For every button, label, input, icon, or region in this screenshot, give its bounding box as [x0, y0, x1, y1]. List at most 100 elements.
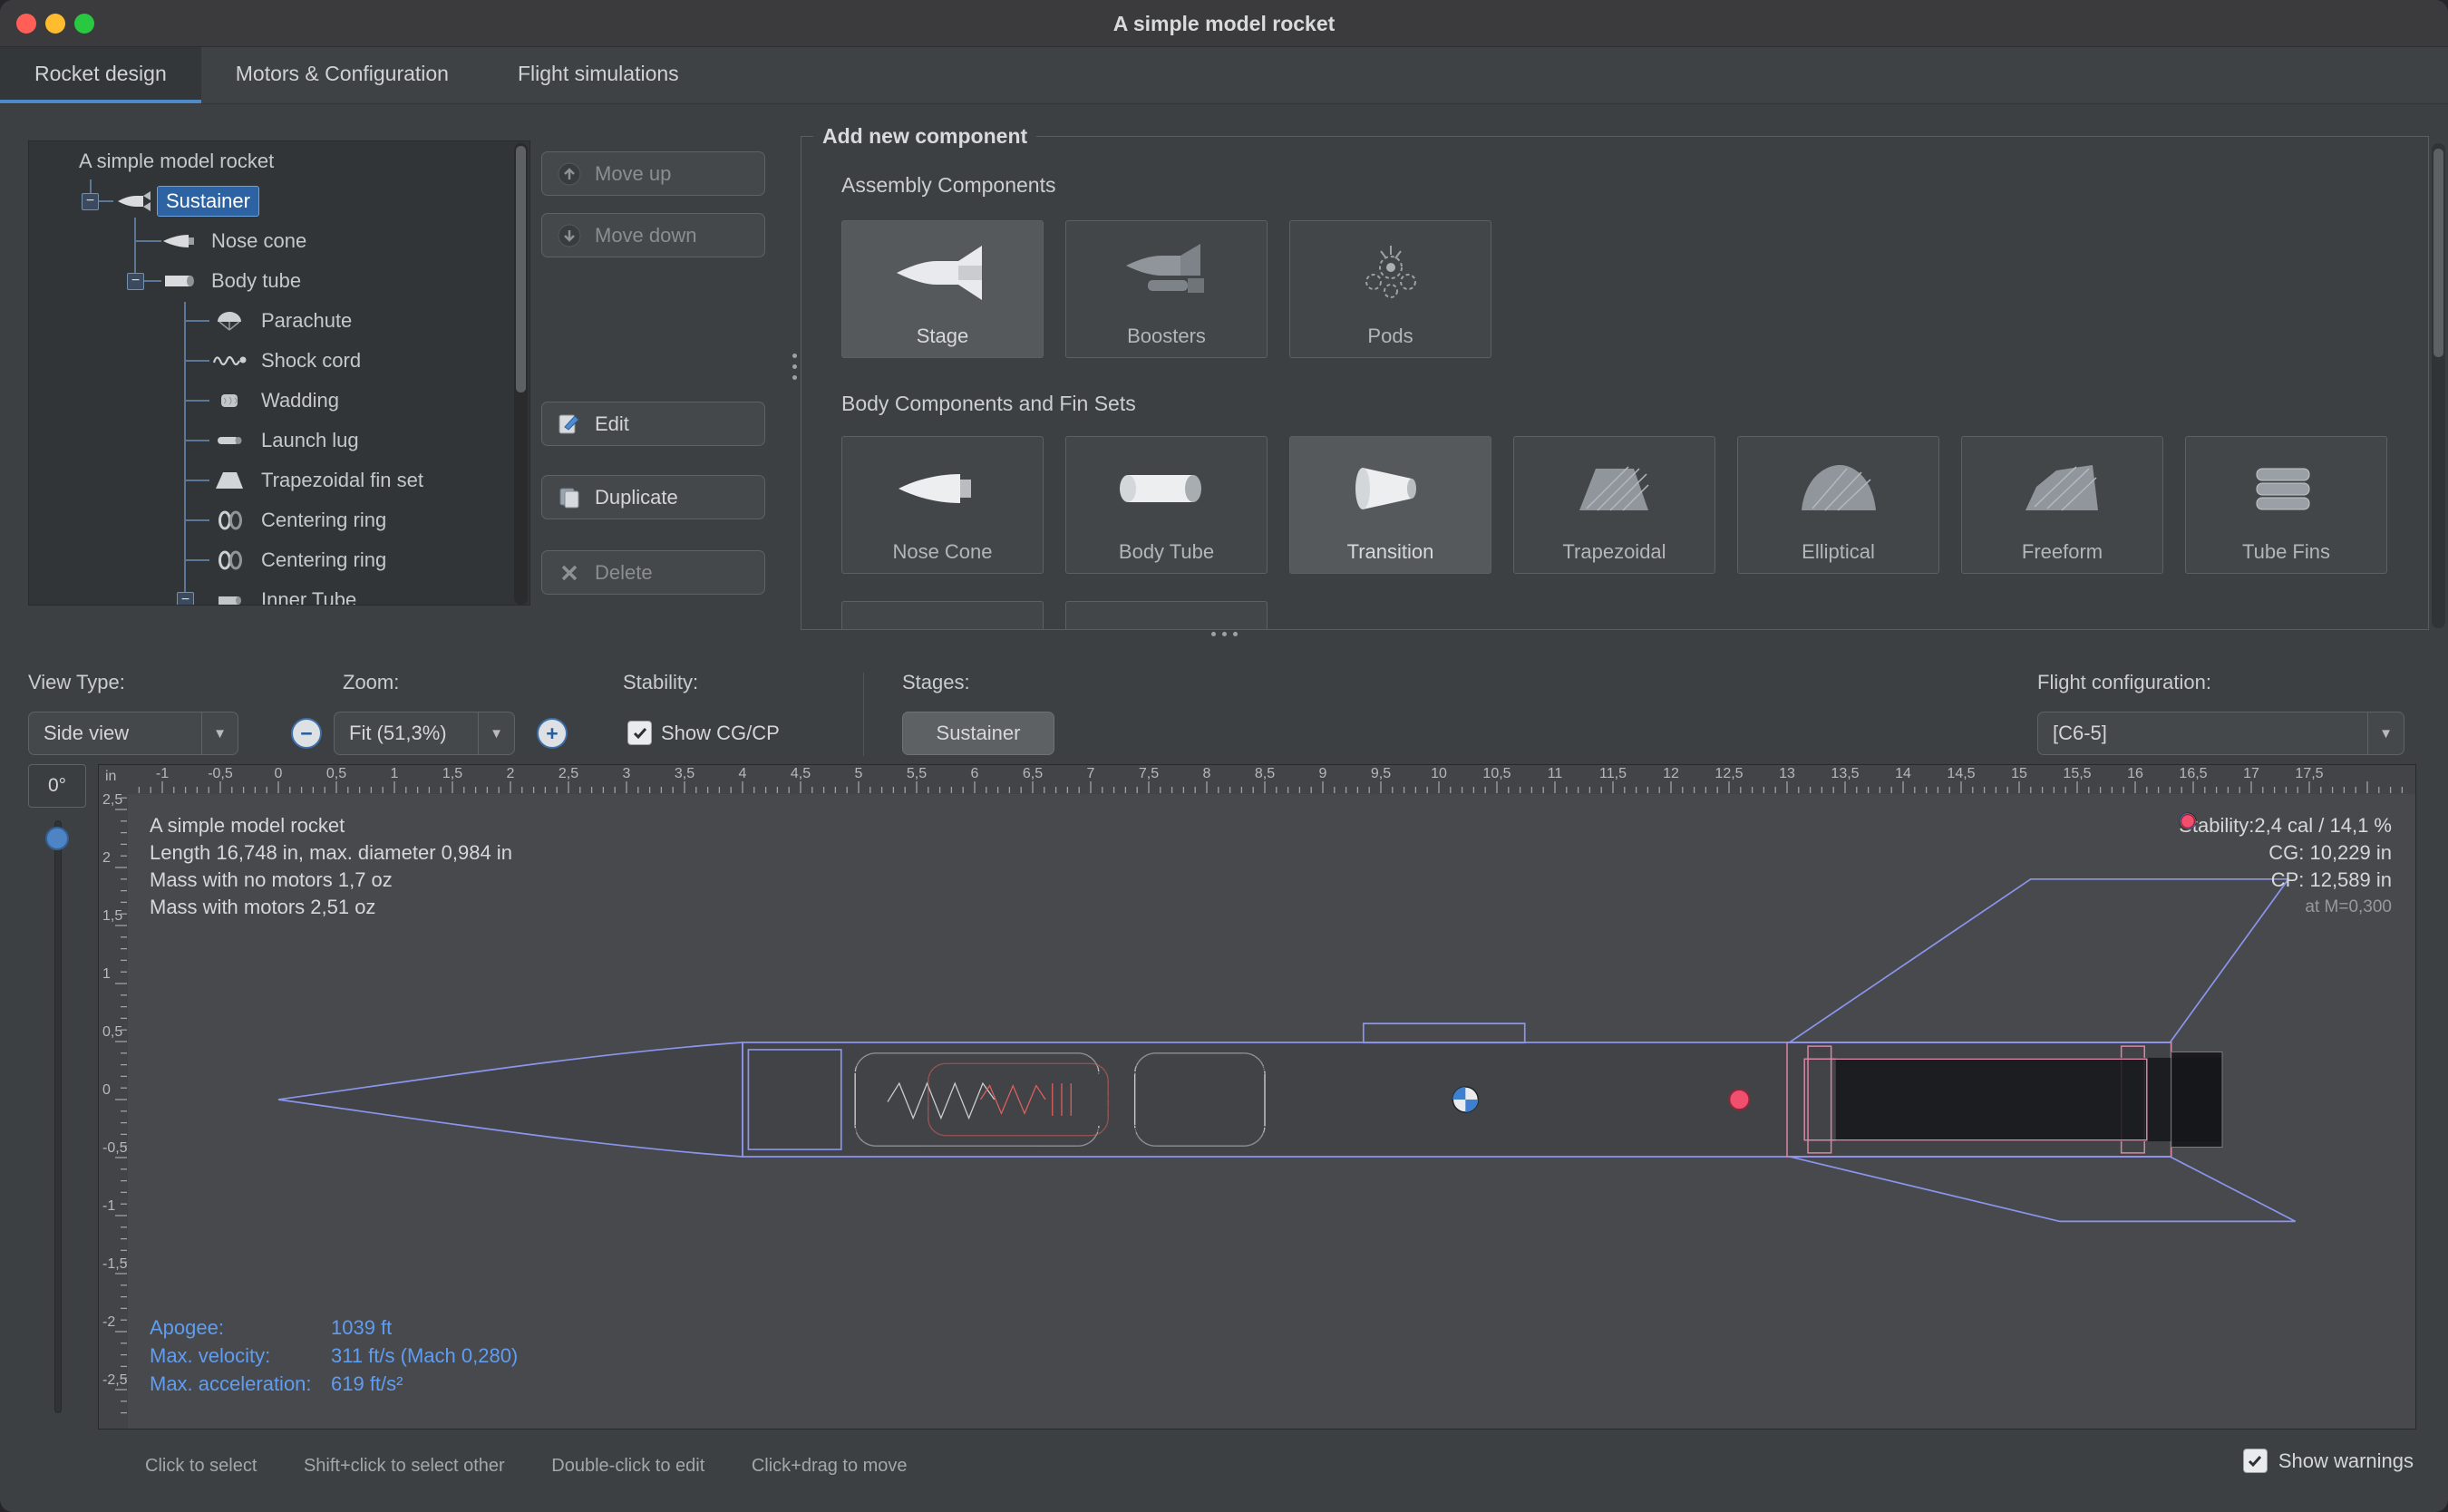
svg-text:0: 0 — [275, 766, 283, 781]
component-tile-nose-cone[interactable]: Nose Cone — [841, 436, 1044, 574]
duplicate-icon — [557, 485, 582, 510]
flight-configuration-select[interactable]: [C6-5] ▼ — [2037, 712, 2404, 755]
splitter-grip-vertical[interactable] — [792, 354, 797, 380]
component-tile-transition[interactable]: Transition — [1289, 436, 1491, 574]
body-tube-icon — [161, 269, 203, 293]
component-tile-freeform[interactable]: Freeform — [1961, 436, 2163, 574]
centering-ring-icon — [211, 509, 253, 532]
tree-scrollbar[interactable] — [514, 143, 528, 605]
flight-results-block: Apogee:1039 ft Max. velocity:311 ft/s (M… — [150, 1313, 518, 1398]
expander-icon[interactable]: − — [127, 273, 144, 290]
move-up-button[interactable]: Move up — [541, 151, 765, 196]
expander-icon[interactable]: − — [82, 193, 99, 210]
tree-item-nose-cone[interactable]: Nose cone — [29, 221, 529, 261]
tree-root-item[interactable]: A simple model rocket — [29, 141, 529, 181]
rocket-mass-motors-text: Mass with motors 2,51 oz — [150, 894, 512, 921]
nose-cone-outline — [278, 1042, 743, 1157]
tree-item-wadding[interactable]: Wadding — [29, 381, 529, 421]
partial-tile-row — [841, 601, 1268, 630]
toolbar-separator — [863, 673, 864, 756]
title-bar: A simple model rocket — [0, 0, 2448, 47]
component-tile-elliptical[interactable]: Elliptical — [1737, 436, 1939, 574]
show-cg-cp-checkbox[interactable] — [627, 721, 652, 745]
tree-item-parachute[interactable]: Parachute — [29, 301, 529, 341]
fin-bottom-outline — [1790, 1157, 2296, 1221]
component-tile-trapezoidal[interactable]: Trapezoidal — [1513, 436, 1715, 574]
tree-item-body-tube[interactable]: −Body tube — [29, 261, 529, 301]
component-tile-tube-fins[interactable]: Tube Fins — [2185, 436, 2387, 574]
arrow-up-icon — [557, 161, 582, 187]
svg-text:9,5: 9,5 — [1371, 766, 1391, 781]
zoom-select[interactable]: Fit (51,3%) ▼ — [334, 712, 515, 755]
svg-text:4,5: 4,5 — [791, 766, 811, 781]
show-warnings-checkbox[interactable] — [2243, 1449, 2268, 1473]
tree-item-shock-cord[interactable]: Shock cord — [29, 341, 529, 381]
edit-button[interactable]: Edit — [541, 402, 765, 446]
move-down-button[interactable]: Move down — [541, 213, 765, 257]
tree-item-label: Inner Tube — [253, 586, 364, 606]
rocket-drawing[interactable] — [278, 879, 2296, 1222]
tree-scrollbar-thumb[interactable] — [516, 146, 526, 393]
svg-text:1,5: 1,5 — [442, 766, 462, 781]
tree-item-inner-tube[interactable]: − Inner Tube — [29, 580, 529, 606]
add-component-title: Add new component — [813, 121, 1036, 150]
svg-text:3: 3 — [623, 766, 631, 781]
bodytube-tile-icon — [1066, 437, 1267, 540]
inner-tube-icon — [211, 588, 253, 606]
tree-item-centering-ring[interactable]: Centering ring — [29, 540, 529, 580]
mach-condition-text: at M=0,300 — [2179, 894, 2392, 921]
tree-item-label: Sustainer — [158, 187, 258, 216]
tree-item-sustainer[interactable]: − Sustainer — [29, 181, 529, 221]
flight-configuration-label: Flight configuration: — [2037, 671, 2211, 694]
svg-text:13,5: 13,5 — [1831, 766, 1859, 781]
svg-text:-1: -1 — [156, 766, 169, 781]
tab-rocket-design[interactable]: Rocket design — [0, 47, 201, 103]
transition-icon — [1290, 437, 1491, 540]
tree-item-label: Nose cone — [203, 227, 315, 256]
edit-icon — [557, 412, 582, 437]
tree-item-label: Wadding — [253, 386, 347, 415]
tree-item-trapezoidal-fin-set[interactable]: Trapezoidal fin set — [29, 460, 529, 500]
duplicate-button[interactable]: Duplicate — [541, 475, 765, 519]
panel-scrollbar-thumb[interactable] — [2433, 149, 2443, 357]
view-type-select[interactable]: Side view ▼ — [28, 712, 238, 755]
svg-text:12: 12 — [1663, 766, 1679, 781]
tree-item-launch-lug[interactable]: Launch lug — [29, 421, 529, 460]
svg-text:16,5: 16,5 — [2179, 766, 2207, 781]
svg-text:1,5: 1,5 — [102, 908, 122, 924]
expander-icon[interactable]: − — [177, 592, 194, 606]
assembly-components-heading: Assembly Components — [841, 173, 1056, 198]
nose-cone-icon — [161, 229, 203, 253]
design-canvas[interactable]: in -1-0,500,511,522,533,544,555,566,577,… — [98, 764, 2416, 1430]
tab-flight-simulations[interactable]: Flight simulations — [483, 47, 714, 103]
rotation-slider[interactable] — [54, 820, 62, 1413]
splitter-grip-horizontal[interactable] — [1211, 632, 1238, 636]
body-components-heading: Body Components and Fin Sets — [841, 392, 1136, 416]
svg-text:0,5: 0,5 — [326, 766, 346, 781]
zoom-out-button[interactable]: − — [291, 718, 322, 749]
component-tile-body-tube[interactable]: Body Tube — [1065, 436, 1268, 574]
component-tile-boosters[interactable]: Boosters — [1065, 220, 1268, 358]
tree-item-label: Shock cord — [253, 346, 369, 375]
component-tile-partial[interactable] — [1065, 601, 1268, 630]
panel-scrollbar[interactable] — [2432, 143, 2445, 628]
svg-text:14,5: 14,5 — [1947, 766, 1975, 781]
svg-text:10: 10 — [1431, 766, 1447, 781]
rotation-slider-handle[interactable] — [45, 827, 69, 850]
component-tile-partial[interactable] — [841, 601, 1044, 630]
component-tile-stage[interactable]: Stage — [841, 220, 1044, 358]
component-tile-pods[interactable]: Pods — [1289, 220, 1491, 358]
cp-marker — [1729, 1090, 1749, 1110]
show-warnings-control: Show warnings — [2243, 1449, 2414, 1473]
centering-ring-icon — [211, 548, 253, 572]
chevron-down-icon: ▼ — [478, 712, 514, 754]
rotation-angle-display: 0° — [28, 764, 86, 808]
tree-item-centering-ring[interactable]: Centering ring — [29, 500, 529, 540]
tab-motors-configuration[interactable]: Motors & Configuration — [201, 47, 483, 103]
stages-label: Stages: — [902, 671, 970, 694]
delete-button[interactable]: Delete — [541, 550, 765, 595]
svg-text:14: 14 — [1895, 766, 1911, 781]
zoom-in-button[interactable]: + — [537, 718, 568, 749]
stage-toggle-sustainer[interactable]: Sustainer — [902, 712, 1054, 755]
trapezoidal-icon — [1514, 437, 1715, 540]
